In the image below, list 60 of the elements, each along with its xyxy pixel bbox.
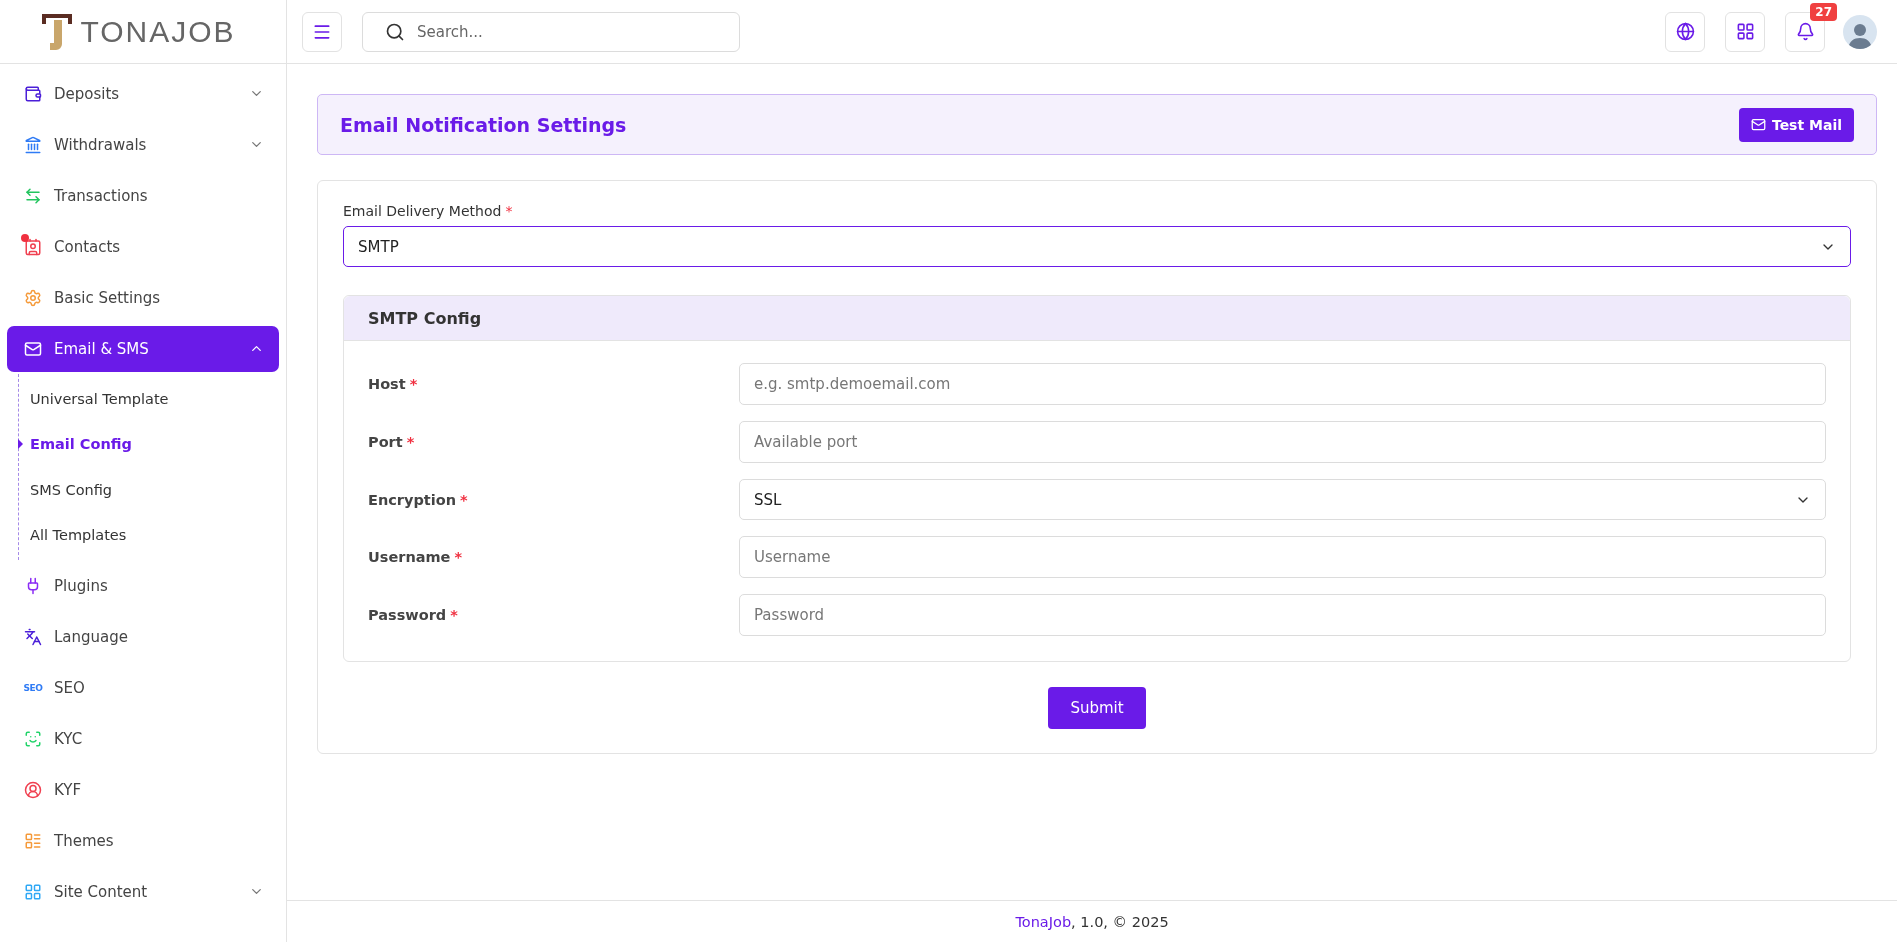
arrows-icon: [24, 186, 42, 205]
field-label: Username *: [368, 549, 464, 565]
logo-icon: [40, 11, 75, 52]
panel-title: SMTP Config: [344, 296, 1850, 341]
bell-icon: [1795, 22, 1815, 41]
sidebar-item[interactable]: KYC: [7, 715, 279, 762]
layout-icon: [24, 831, 42, 850]
search-bar[interactable]: Search...: [362, 11, 740, 52]
submit-button[interactable]: Submit: [1048, 687, 1146, 729]
logo-text: TONAJOB: [80, 14, 236, 49]
submenu-item[interactable]: SMS Config: [19, 467, 279, 513]
sidebar-item[interactable]: Site Content: [7, 868, 279, 915]
submenu-item[interactable]: Universal Template: [19, 376, 279, 422]
menu-button[interactable]: [302, 11, 342, 52]
field-label: Host *: [368, 376, 419, 392]
sidebar-item[interactable]: Withdrawals: [7, 121, 279, 168]
contact-card-icon: [24, 237, 42, 256]
avatar[interactable]: [1843, 14, 1877, 49]
globe-icon: [1675, 22, 1695, 41]
page-title: Email Notification Settings: [340, 113, 627, 136]
mail-icon: [1750, 117, 1766, 132]
field-label: Encryption *: [368, 491, 469, 508]
input-field[interactable]: e.g. smtp.demoemail.com: [739, 363, 1826, 405]
select-field[interactable]: SSL: [739, 479, 1826, 520]
sidebar-item[interactable]: Language: [7, 613, 279, 660]
apps-button[interactable]: [1725, 11, 1765, 52]
sidebar-item[interactable]: KYF: [7, 766, 279, 813]
user-badge-icon: [24, 780, 42, 799]
sidebar-item[interactable]: SEO SEO: [7, 664, 279, 711]
delivery-select[interactable]: SMTP: [343, 226, 1851, 267]
footer-text: , 1.0, © 2025: [1071, 913, 1169, 930]
seo-icon: SEO: [23, 682, 43, 693]
translate-icon: [24, 627, 42, 646]
sidebar-item[interactable]: Deposits: [7, 70, 279, 117]
search-icon: [385, 21, 405, 42]
test-mail-button[interactable]: Test Mail: [1738, 107, 1854, 142]
notification-count: 27: [1810, 2, 1837, 21]
sidebar-item[interactable]: Contacts: [7, 223, 279, 270]
sidebar-item[interactable]: Themes: [7, 817, 279, 864]
sidebar-item[interactable]: Basic Settings: [7, 274, 279, 321]
globe-button[interactable]: [1665, 11, 1705, 52]
wallet-icon: [24, 84, 42, 103]
input-field[interactable]: Username: [739, 536, 1826, 578]
input-field[interactable]: Available port: [739, 421, 1826, 463]
face-scan-icon: [24, 729, 42, 748]
field-label: Email Delivery Method *: [343, 203, 514, 219]
submenu-item[interactable]: Email Config: [19, 421, 279, 467]
bank-icon: [24, 135, 42, 154]
input-field[interactable]: Password: [739, 594, 1826, 636]
grid-icon: [1735, 22, 1755, 41]
field-label: Password *: [368, 607, 459, 623]
mail-icon: [24, 339, 42, 358]
settings-icon: [24, 288, 42, 307]
field-label: Port *: [368, 434, 416, 450]
submenu-item[interactable]: All Templates: [19, 512, 279, 558]
sidebar-item[interactable]: Plugins: [7, 562, 279, 609]
sidebar-item[interactable]: Transactions: [7, 172, 279, 219]
grid-icon: [24, 882, 42, 901]
sidebar-item[interactable]: Email & SMS: [7, 325, 279, 372]
brand-link[interactable]: TonaJob: [1015, 913, 1072, 930]
